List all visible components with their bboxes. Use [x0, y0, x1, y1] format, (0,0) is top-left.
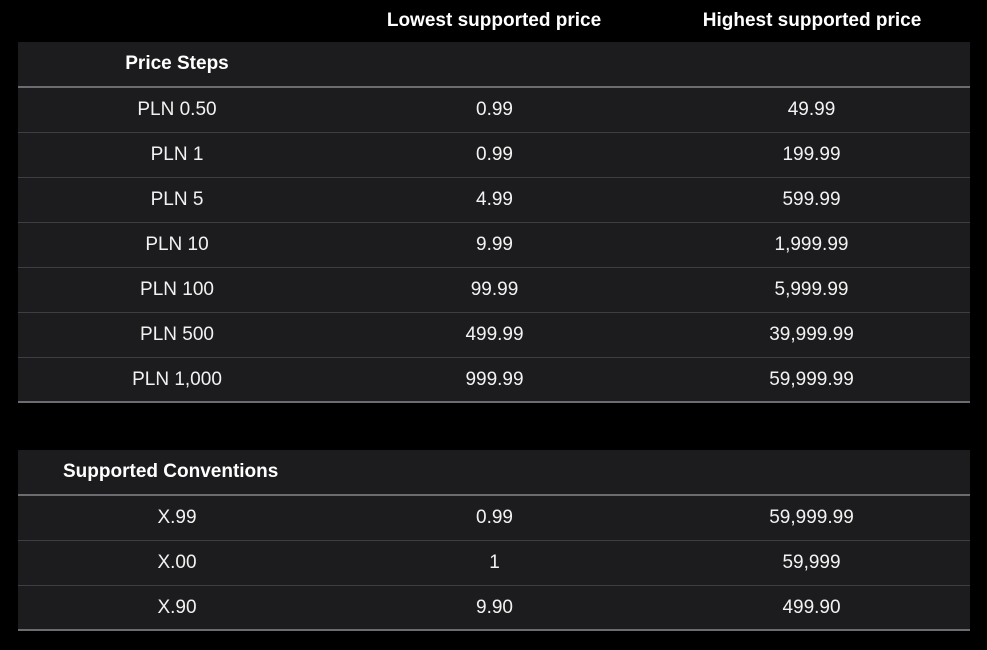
- column-headers: Lowest supported price Highest supported…: [0, 0, 987, 42]
- table-row: PLN 0.50 0.99 49.99: [18, 88, 970, 133]
- lowest-price-cell: 1: [489, 552, 500, 573]
- highest-price-cell: 49.99: [787, 99, 836, 120]
- table-row: PLN 500 499.99 39,999.99: [18, 313, 970, 358]
- table-row: X.00 1 59,999: [18, 541, 970, 586]
- lowest-price-cell: 9.90: [476, 597, 513, 618]
- table-row: PLN 1,000 999.99 59,999.99: [18, 358, 970, 403]
- price-step-cell: PLN 0.50: [137, 99, 217, 120]
- highest-price-cell: 499.90: [782, 597, 841, 618]
- price-step-cell: PLN 10: [145, 234, 209, 255]
- price-step-cell: PLN 1,000: [132, 369, 222, 390]
- price-step-cell: PLN 1: [150, 144, 204, 165]
- price-steps-table: Price Steps PLN 0.50 0.99 49.99 PLN 1 0.…: [18, 42, 970, 403]
- column-header-highest-price: Highest supported price: [702, 10, 922, 31]
- table-row: X.90 9.90 499.90: [18, 586, 970, 631]
- lowest-price-cell: 999.99: [465, 369, 524, 390]
- table-row: PLN 10 9.99 1,999.99: [18, 223, 970, 268]
- column-header-lowest-price: Lowest supported price: [386, 10, 602, 31]
- price-steps-title: Price Steps: [125, 53, 229, 74]
- highest-price-cell: 1,999.99: [774, 234, 849, 255]
- price-steps-header: Price Steps: [18, 42, 970, 88]
- lowest-price-cell: 0.99: [476, 507, 513, 528]
- convention-cell: X.99: [157, 507, 197, 528]
- lowest-price-cell: 4.99: [476, 189, 513, 210]
- highest-price-cell: 599.99: [782, 189, 841, 210]
- lowest-price-cell: 0.99: [476, 99, 513, 120]
- lowest-price-cell: 499.99: [465, 324, 524, 345]
- table-row: PLN 5 4.99 599.99: [18, 178, 970, 223]
- lowest-price-cell: 99.99: [470, 279, 519, 300]
- table-row: X.99 0.99 59,999.99: [18, 496, 970, 541]
- convention-cell: X.90: [157, 597, 197, 618]
- highest-price-cell: 39,999.99: [769, 324, 854, 345]
- supported-conventions-table: Supported Conventions X.99 0.99 59,999.9…: [18, 450, 970, 631]
- price-step-cell: PLN 500: [140, 324, 214, 345]
- table-row: PLN 100 99.99 5,999.99: [18, 268, 970, 313]
- table-row: PLN 1 0.99 199.99: [18, 133, 970, 178]
- highest-price-cell: 199.99: [782, 144, 841, 165]
- supported-conventions-header: Supported Conventions: [18, 450, 970, 496]
- lowest-price-cell: 9.99: [476, 234, 513, 255]
- supported-conventions-title: Supported Conventions: [63, 461, 279, 482]
- price-step-cell: PLN 5: [150, 189, 204, 210]
- lowest-price-cell: 0.99: [476, 144, 513, 165]
- highest-price-cell: 59,999: [782, 552, 841, 573]
- price-step-cell: PLN 100: [140, 279, 214, 300]
- highest-price-cell: 59,999.99: [769, 507, 854, 528]
- highest-price-cell: 5,999.99: [774, 279, 849, 300]
- convention-cell: X.00: [157, 552, 197, 573]
- highest-price-cell: 59,999.99: [769, 369, 854, 390]
